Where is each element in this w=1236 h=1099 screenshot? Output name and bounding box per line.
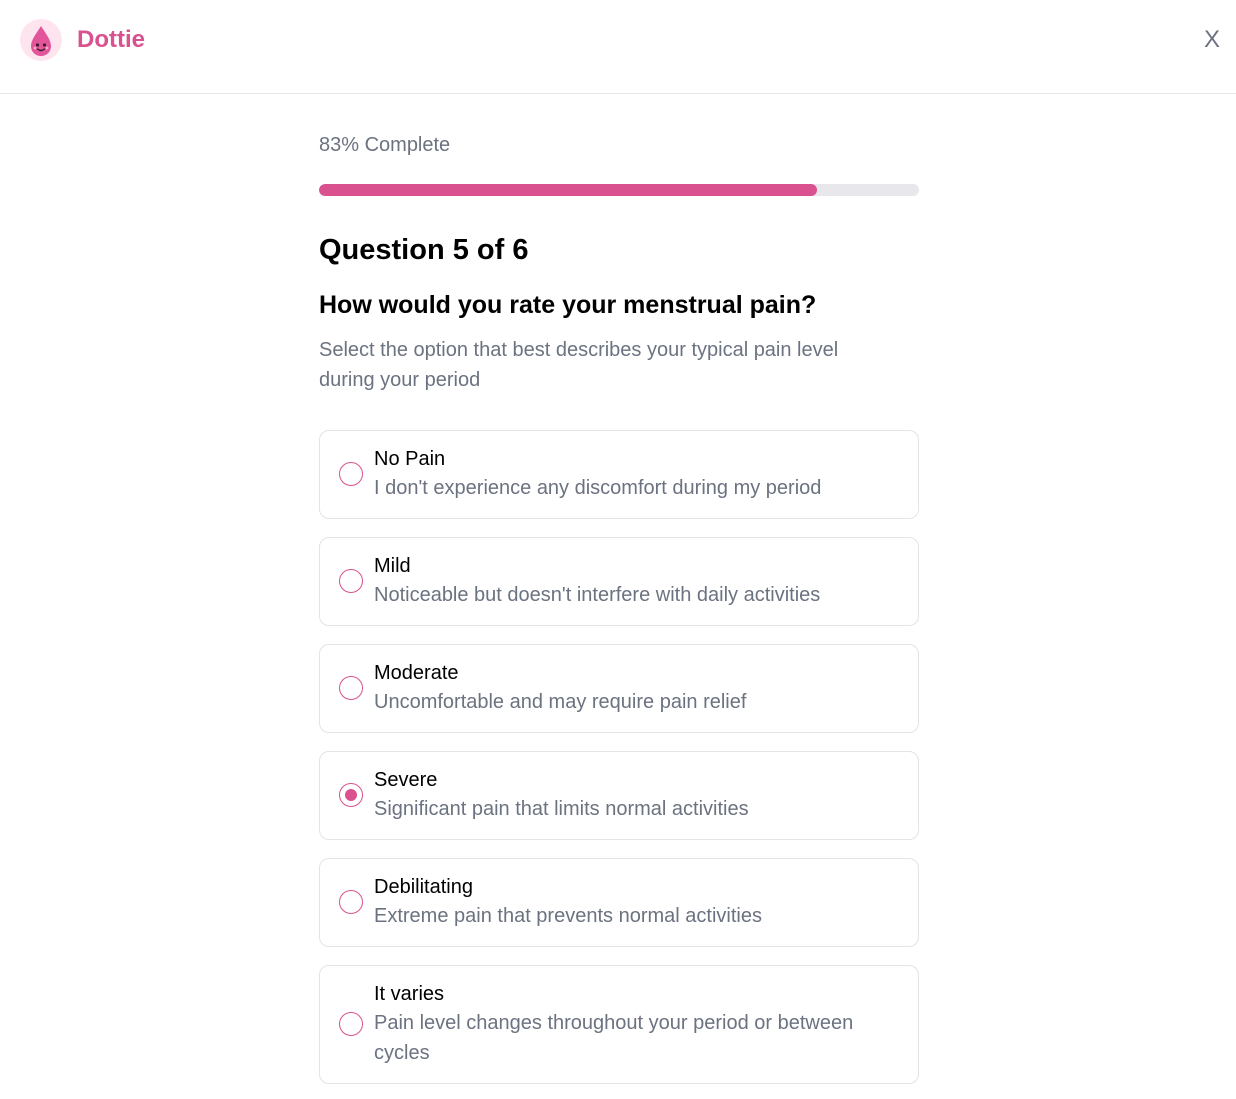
- option-severe[interactable]: Severe Significant pain that limits norm…: [319, 751, 919, 840]
- option-it-varies[interactable]: It varies Pain level changes throughout …: [319, 965, 919, 1084]
- option-title: Mild: [374, 555, 411, 577]
- option-description: Extreme pain that prevents normal activi…: [374, 905, 762, 927]
- dottie-logo-icon: [20, 19, 62, 61]
- option-debilitating[interactable]: Debilitating Extreme pain that prevents …: [319, 858, 919, 947]
- option-description: Uncomfortable and may require pain relie…: [374, 691, 747, 713]
- option-mild[interactable]: Mild Noticeable but doesn't interfere wi…: [319, 537, 919, 626]
- option-title: It varies: [374, 983, 445, 1005]
- progress-bar-fill: [319, 184, 817, 196]
- option-title: Moderate: [374, 662, 459, 684]
- question-title: How would you rate your menstrual pain?: [319, 291, 817, 319]
- option-no-pain[interactable]: No Pain I don't experience any discomfor…: [319, 430, 919, 519]
- option-title: Debilitating: [374, 876, 473, 898]
- option-description: I don't experience any discomfort during…: [374, 477, 822, 499]
- option-title: No Pain: [374, 448, 446, 470]
- top-bar: Dottie X: [0, 0, 1236, 94]
- option-description: Noticeable but doesn't interfere with da…: [374, 584, 821, 606]
- progress-bar: [319, 184, 919, 196]
- radio-button[interactable]: [339, 676, 363, 700]
- option-moderate[interactable]: Moderate Uncomfortable and may require p…: [319, 644, 919, 733]
- question-number: Question 5 of 6: [319, 234, 529, 266]
- progress-label: 83% Complete: [319, 134, 451, 156]
- radio-button[interactable]: [339, 1012, 363, 1036]
- brand-name: Dottie: [77, 26, 145, 53]
- radio-button[interactable]: [339, 569, 363, 593]
- radio-button[interactable]: [339, 890, 363, 914]
- option-title: Severe: [374, 769, 438, 791]
- close-button[interactable]: X: [1200, 26, 1224, 54]
- question-subtitle: Select the option that best describes yo…: [319, 339, 839, 391]
- radio-button[interactable]: [339, 783, 363, 807]
- option-description: Significant pain that limits normal acti…: [374, 798, 749, 820]
- option-description: Pain level changes throughout your perio…: [374, 1012, 854, 1064]
- radio-button[interactable]: [339, 462, 363, 486]
